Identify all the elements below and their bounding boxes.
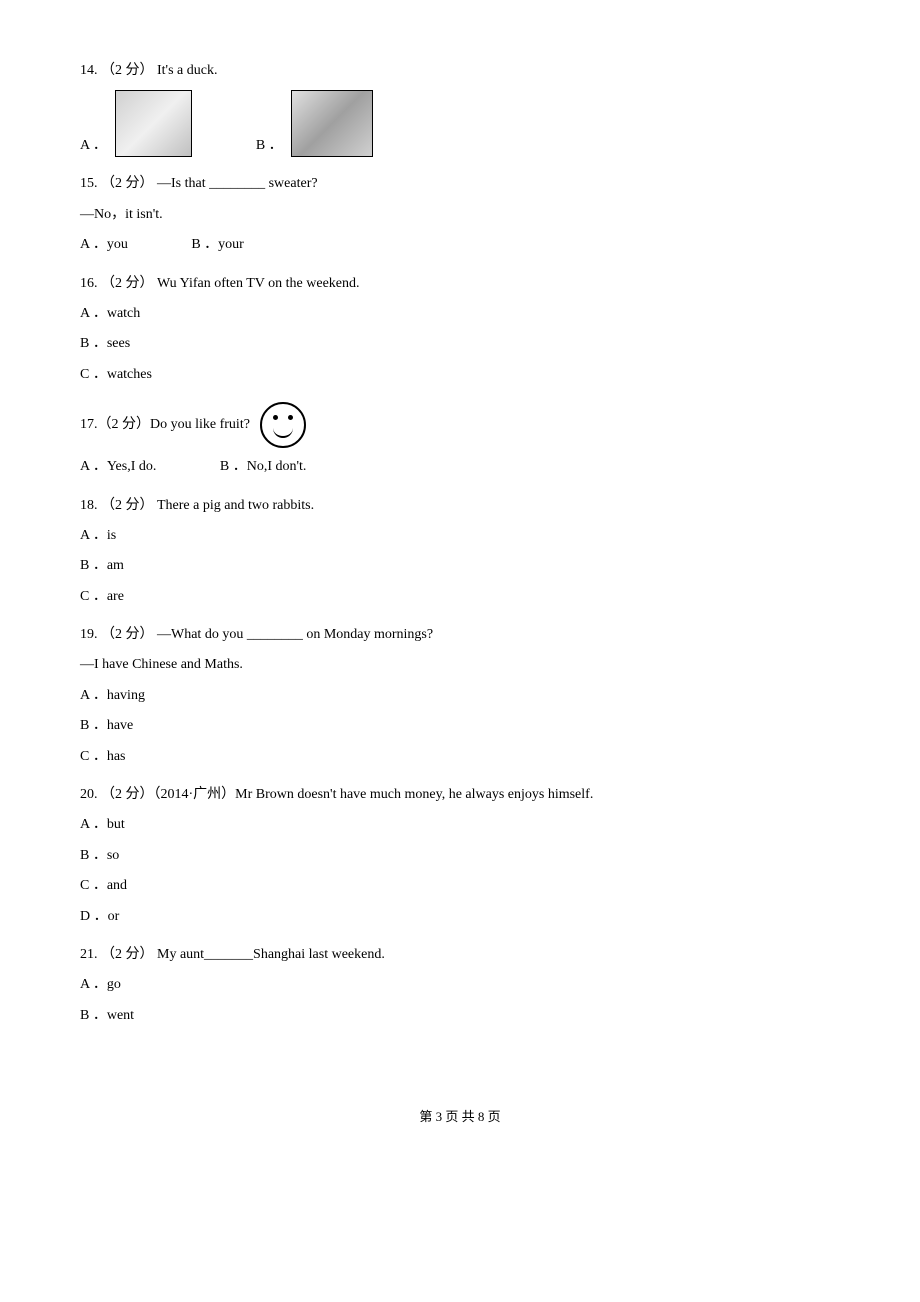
question-text: There a pig and two rabbits.: [154, 498, 315, 513]
question-text: It's a duck.: [154, 63, 218, 78]
question-points: （2 分）: [101, 276, 154, 291]
question-number: 18.: [80, 498, 101, 513]
question-number: 14.: [80, 63, 101, 78]
question-20-prompt: 20. （2 分）（2014·广州）Mr Brown doesn't have …: [80, 784, 840, 806]
option-b[interactable]: B ．: [256, 90, 377, 157]
question-text: My aunt_______Shanghai last weekend.: [154, 947, 385, 962]
option-a-label: A ．: [80, 135, 107, 157]
option-a[interactable]: A ．: [80, 90, 196, 157]
question-17-options: A ．Yes,I do. B ．No,I don't.: [80, 456, 840, 478]
question-points: （2 分）: [101, 176, 154, 191]
question-21: 21. （2 分） My aunt_______Shanghai last we…: [80, 944, 840, 1027]
question-18: 18. （2 分） There a pig and two rabbits. A…: [80, 495, 840, 609]
option-a[interactable]: A ．having: [80, 685, 840, 707]
question-17-prompt: 17. （2 分） Do you like fruit?: [80, 402, 840, 448]
question-number: 15.: [80, 176, 101, 191]
option-c[interactable]: C ．are: [80, 586, 840, 608]
option-a[interactable]: A ．Yes,I do.: [80, 459, 156, 474]
question-points: （2 分）: [98, 414, 151, 436]
smiley-icon: [260, 402, 306, 448]
option-c[interactable]: C ．and: [80, 875, 840, 897]
option-b[interactable]: B ．your: [191, 237, 244, 252]
question-number: 17.: [80, 414, 98, 436]
question-17: 17. （2 分） Do you like fruit? A ．Yes,I do…: [80, 402, 840, 478]
option-b[interactable]: B ．have: [80, 715, 840, 737]
duck-image-a: [115, 90, 192, 157]
question-19-line2: —I have Chinese and Maths.: [80, 654, 840, 676]
option-b[interactable]: B ．went: [80, 1005, 840, 1027]
question-15-line2: —No，it isn't.: [80, 204, 840, 226]
question-15-prompt: 15. （2 分） —Is that ________ sweater?: [80, 173, 840, 195]
question-14-prompt: 14. （2 分） It's a duck.: [80, 60, 840, 82]
question-number: 19.: [80, 627, 101, 642]
question-text: —What do you ________ on Monday mornings…: [154, 627, 434, 642]
question-19-prompt: 19. （2 分） —What do you ________ on Monda…: [80, 624, 840, 646]
question-points: （2 分）: [101, 63, 154, 78]
option-b[interactable]: B ．No,I don't.: [220, 459, 307, 474]
question-16-prompt: 16. （2 分） Wu Yifan often TV on the weeke…: [80, 273, 840, 295]
question-points: （2 分）: [101, 627, 154, 642]
question-21-prompt: 21. （2 分） My aunt_______Shanghai last we…: [80, 944, 840, 966]
question-text: Do you like fruit?: [150, 414, 250, 436]
option-b[interactable]: B ．sees: [80, 333, 840, 355]
question-text: —Is that ________ sweater?: [154, 176, 318, 191]
question-15-options: A ．you B ．your: [80, 234, 840, 256]
option-c[interactable]: C ．watches: [80, 364, 840, 386]
duck-image-b: [291, 90, 373, 157]
option-c[interactable]: C ．has: [80, 746, 840, 768]
option-d[interactable]: D ．or: [80, 906, 840, 928]
option-a[interactable]: A ．but: [80, 814, 840, 836]
option-a[interactable]: A ．watch: [80, 303, 840, 325]
option-a[interactable]: A ．is: [80, 525, 840, 547]
question-15: 15. （2 分） —Is that ________ sweater? —No…: [80, 173, 840, 256]
question-14: 14. （2 分） It's a duck. A ． B ．: [80, 60, 840, 157]
page-footer: 第 3 页 共 8 页: [80, 1107, 840, 1128]
question-20: 20. （2 分）（2014·广州）Mr Brown doesn't have …: [80, 784, 840, 928]
question-18-prompt: 18. （2 分） There a pig and two rabbits.: [80, 495, 840, 517]
question-points: （2 分）: [101, 947, 154, 962]
question-source: （2014·广州）: [154, 787, 236, 802]
question-14-options: A ． B ．: [80, 90, 840, 157]
question-number: 20.: [80, 787, 101, 802]
option-b[interactable]: B ．am: [80, 555, 840, 577]
question-number: 16.: [80, 276, 101, 291]
question-text: Wu Yifan often TV on the weekend.: [154, 276, 360, 291]
option-a[interactable]: A ．you: [80, 237, 128, 252]
question-number: 21.: [80, 947, 101, 962]
question-16: 16. （2 分） Wu Yifan often TV on the weeke…: [80, 273, 840, 387]
question-points: （2 分）: [101, 498, 154, 513]
option-b-label: B ．: [256, 135, 283, 157]
question-text: Mr Brown doesn't have much money, he alw…: [235, 787, 593, 802]
question-19: 19. （2 分） —What do you ________ on Monda…: [80, 624, 840, 768]
option-a[interactable]: A ．go: [80, 974, 840, 996]
question-points: （2 分）: [101, 787, 154, 802]
option-b[interactable]: B ．so: [80, 845, 840, 867]
